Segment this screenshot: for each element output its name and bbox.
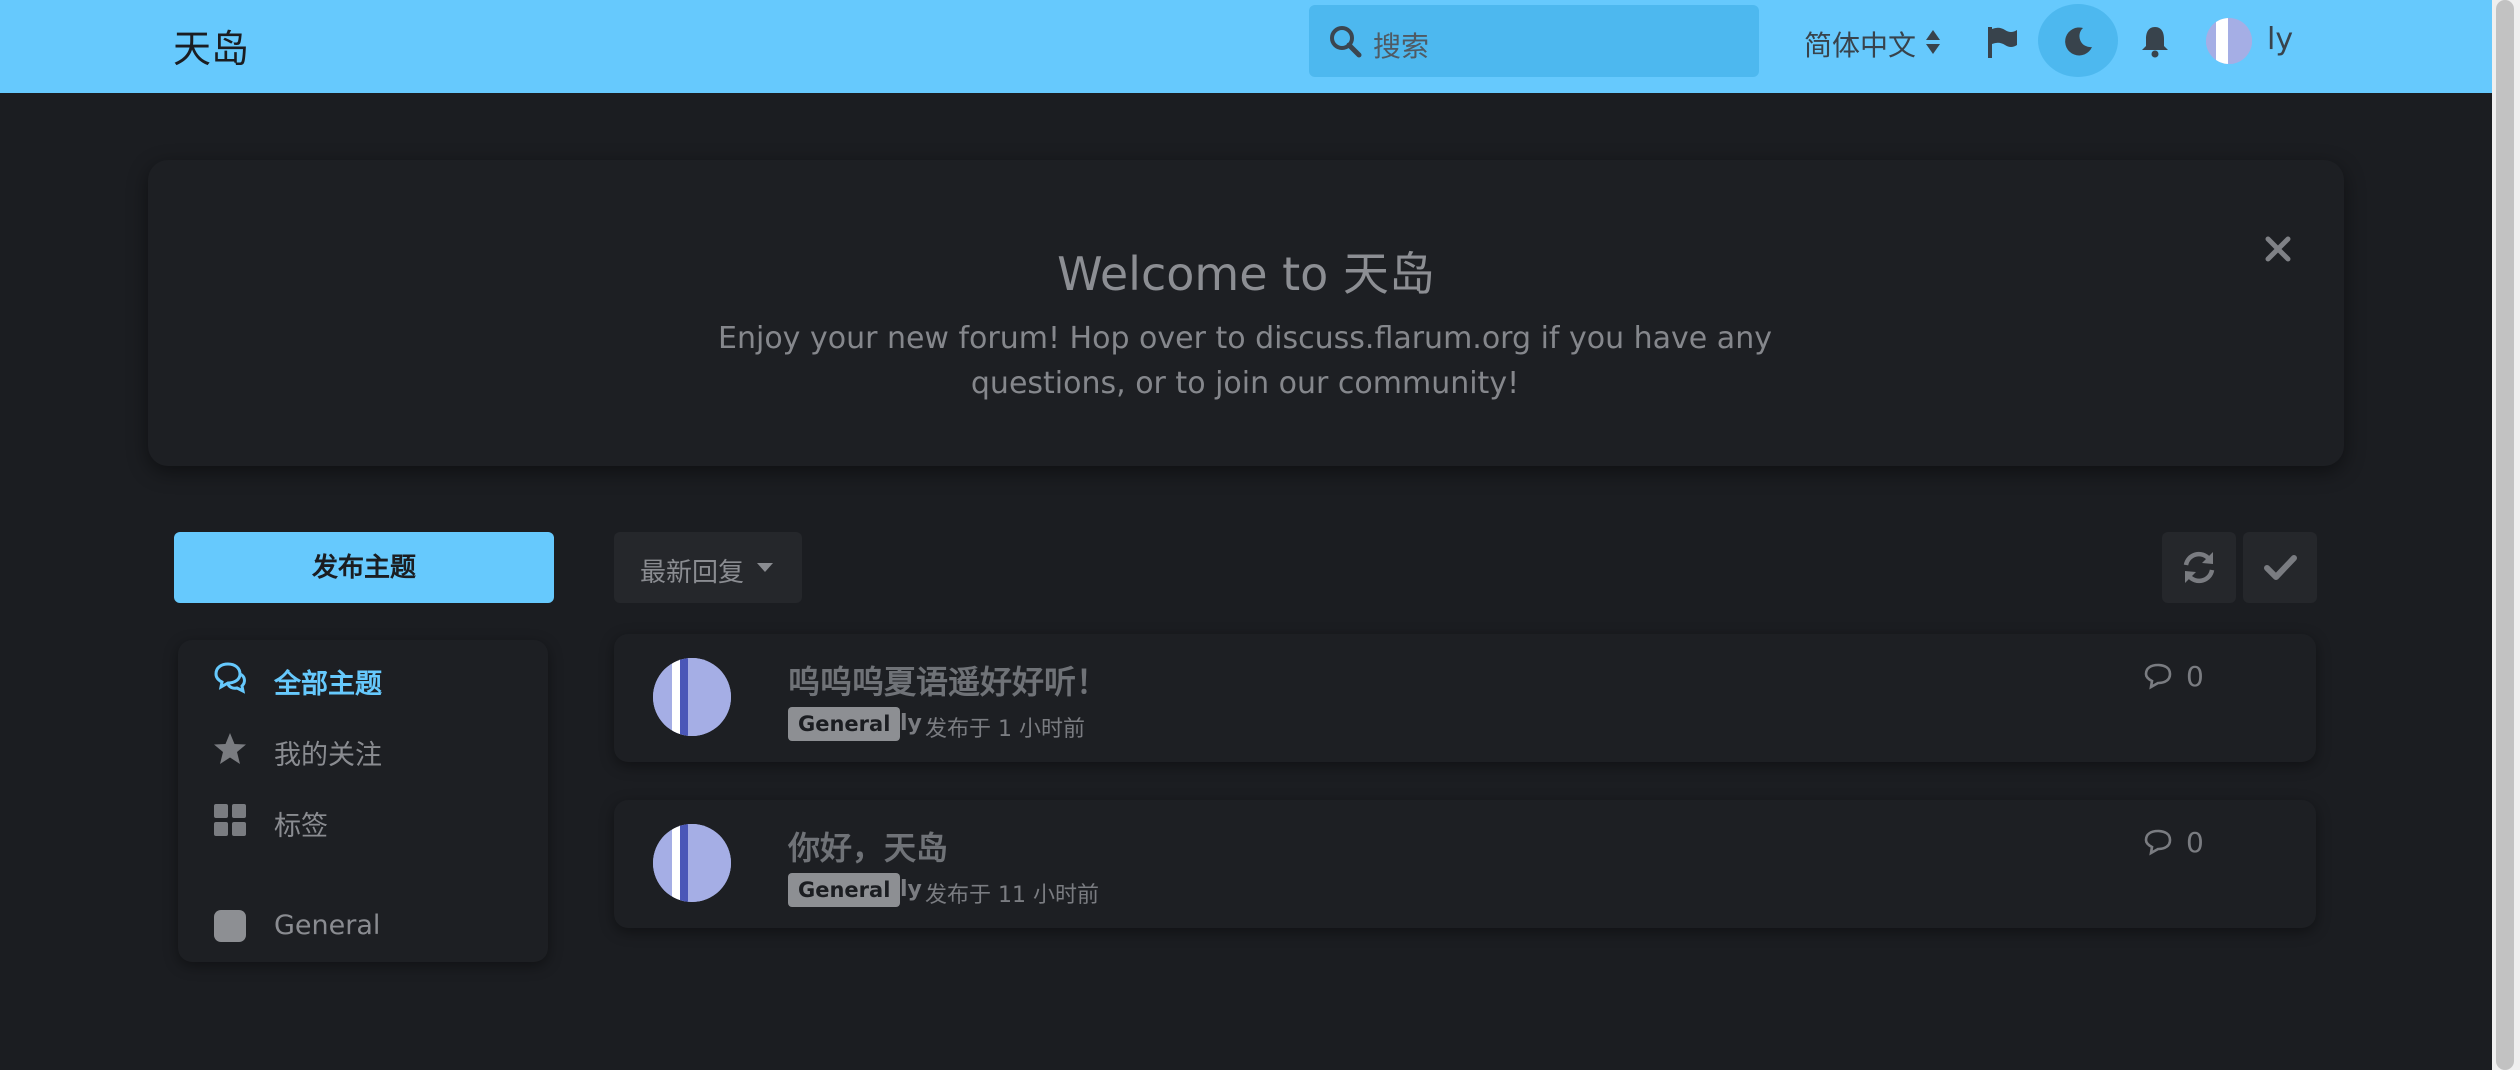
discussion-time: 发布于 11 小时前 (925, 883, 1099, 908)
discussion-author[interactable]: ly (900, 711, 922, 736)
refresh-button[interactable] (2162, 532, 2236, 603)
welcome-hero (148, 160, 2344, 466)
avatar[interactable] (2206, 18, 2252, 64)
user-menu-name[interactable]: ly (2267, 22, 2293, 57)
discussion-title[interactable]: 呜呜呜夏语遥好好听！ (788, 657, 1108, 703)
tag-color-icon (214, 910, 246, 942)
language-selector[interactable]: 简体中文 (1804, 24, 1916, 64)
bell-icon[interactable] (2139, 24, 2171, 58)
avatar-pattern-icon (653, 658, 731, 736)
avatar-pattern-icon (2206, 18, 2252, 64)
start-discussion-button[interactable]: 发布主题 (174, 532, 554, 603)
comment-icon (2144, 829, 2172, 856)
reply-count: 0 (2186, 826, 2204, 859)
flag-icon[interactable] (1985, 25, 2019, 59)
search-input[interactable]: 搜索 (1373, 25, 1429, 65)
comment-icon (2144, 663, 2172, 690)
close-icon[interactable] (2263, 234, 2293, 264)
tag-label[interactable]: General (788, 707, 901, 741)
avatar[interactable] (653, 658, 731, 736)
avatar-pattern-icon (653, 824, 731, 902)
refresh-icon (2183, 551, 2215, 584)
sidebar-item-following[interactable]: 我的关注 (274, 733, 382, 772)
grid-icon (214, 804, 246, 836)
sort-label: 最新回复 (640, 558, 745, 588)
star-icon (214, 733, 246, 764)
mark-all-read-button[interactable] (2243, 532, 2317, 603)
app-header (0, 0, 2492, 93)
discussion-title[interactable]: 你好，天岛 (788, 823, 948, 869)
sort-caret-icon (1926, 30, 1940, 54)
comments-icon (214, 662, 246, 694)
scrollbar-thumb[interactable] (2496, 0, 2514, 1070)
avatar[interactable] (653, 824, 731, 902)
moon-icon (2065, 27, 2092, 56)
site-title[interactable]: 天岛 (173, 18, 249, 73)
discussion-author[interactable]: ly (900, 877, 922, 902)
reply-count: 0 (2186, 660, 2204, 693)
hero-title: Welcome to 天岛 (1057, 247, 1435, 301)
search-icon (1330, 26, 1362, 58)
sidebar-item-all-discussions[interactable]: 全部主题 (274, 662, 382, 701)
discussion-time: 发布于 1 小时前 (925, 717, 1085, 742)
hero-description: Enjoy your new forum! Hop over to discus… (718, 321, 1772, 401)
chevron-down-icon (757, 563, 773, 572)
sidebar-item-general[interactable]: General (274, 910, 380, 941)
tag-label[interactable]: General (788, 873, 901, 907)
sidebar-item-tags[interactable]: 标签 (274, 804, 328, 843)
check-icon (2264, 555, 2297, 580)
